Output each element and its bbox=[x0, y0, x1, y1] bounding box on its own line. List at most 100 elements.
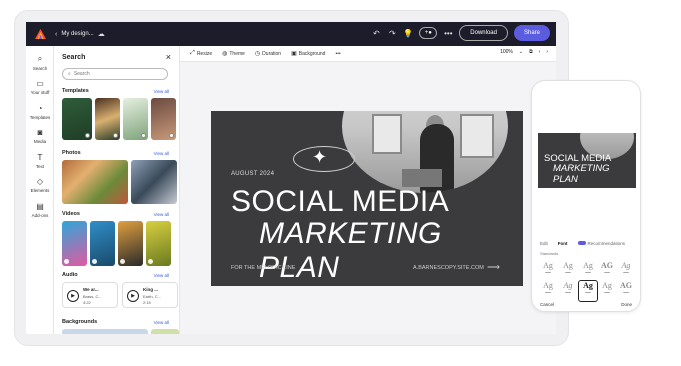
rail-label: Media bbox=[33, 139, 47, 144]
zoom-level[interactable]: 100% bbox=[500, 49, 513, 55]
rail-label: Search bbox=[32, 66, 48, 71]
font-option[interactable]: Ag ▬▬ bbox=[538, 281, 558, 303]
background-button[interactable]: ▣ Background bbox=[291, 50, 325, 58]
share-button[interactable]: Share bbox=[513, 25, 550, 41]
rail-label: Your stuff bbox=[30, 90, 50, 95]
tab-font[interactable]: Font bbox=[558, 241, 568, 246]
templates-grid bbox=[62, 98, 176, 140]
design-canvas[interactable]: ✦ AUGUST 2024 SOCIAL MEDIA MARKETING PLA… bbox=[211, 111, 523, 286]
canvas-footer-right: A.BARNESCOPY.SITE.COM bbox=[413, 265, 484, 271]
font-option[interactable]: Ag ▬▬ bbox=[538, 261, 558, 283]
rail-label: Text bbox=[35, 164, 45, 169]
audio-item[interactable]: ▶ We ar... Brass, C... 4:22 bbox=[62, 282, 118, 308]
section-title-videos: Videos bbox=[62, 211, 80, 217]
undo-icon[interactable]: ↶ bbox=[371, 29, 381, 38]
font-option[interactable]: Ag ▬▬ bbox=[558, 261, 578, 283]
office-photo bbox=[342, 111, 508, 193]
video-thumbnail[interactable] bbox=[90, 221, 115, 266]
lightbulb-icon[interactable]: 💡 bbox=[403, 29, 413, 38]
done-button[interactable]: Done bbox=[621, 302, 632, 307]
more-options-icon[interactable]: ••• bbox=[443, 29, 453, 38]
document-name[interactable]: My design... bbox=[61, 31, 93, 37]
tab-recommendations[interactable]: Recommendations bbox=[577, 241, 625, 246]
background-icon: ▣ bbox=[291, 51, 297, 57]
invite-collaborator-button[interactable]: +● bbox=[419, 27, 438, 39]
view-all-photos-link[interactable]: View all bbox=[154, 151, 169, 156]
view-all-backgrounds-link[interactable]: View all bbox=[154, 320, 169, 325]
chevron-down-icon[interactable]: ⌄ bbox=[519, 49, 523, 55]
rail-item-search[interactable]: ⌕ Search bbox=[26, 54, 54, 71]
tab-edit[interactable]: Edit bbox=[540, 241, 548, 246]
window-shape bbox=[460, 114, 494, 158]
pages-icon[interactable]: ⧉ bbox=[529, 49, 533, 55]
background-thumbnail[interactable] bbox=[151, 329, 179, 334]
font-sample: Ag bbox=[583, 261, 593, 270]
font-option[interactable]: Ag ▬▬ bbox=[597, 281, 617, 303]
font-sample: Ag bbox=[621, 261, 631, 270]
video-thumbnail[interactable] bbox=[118, 221, 143, 266]
close-icon[interactable]: × bbox=[166, 52, 171, 62]
text-icon: T bbox=[37, 153, 43, 162]
search-input[interactable]: ⌕ Search bbox=[62, 68, 168, 80]
audio-artist: Earth, C... bbox=[143, 294, 162, 299]
font-sample: Ag bbox=[583, 281, 593, 290]
chevron-right-icon[interactable]: › bbox=[546, 49, 548, 55]
duration-button[interactable]: ◷ Duration bbox=[255, 50, 281, 58]
template-thumbnail[interactable] bbox=[95, 98, 120, 140]
audio-duration: 4:22 bbox=[83, 300, 91, 305]
more-tools-button[interactable]: ••• bbox=[335, 51, 340, 57]
download-button[interactable]: Download bbox=[459, 25, 508, 41]
font-option-selected[interactable]: Ag ▬▬ bbox=[578, 280, 598, 302]
template-thumbnail[interactable] bbox=[62, 98, 92, 140]
app-logo-icon[interactable] bbox=[33, 27, 47, 41]
chevron-left-icon[interactable]: ‹ bbox=[539, 49, 541, 55]
audio-item[interactable]: ▶ King ... Earth, C... 2:15 bbox=[122, 282, 178, 308]
view-all-templates-link[interactable]: View all bbox=[154, 89, 169, 94]
addons-icon: ▤ bbox=[36, 202, 44, 211]
left-rail: ⌕ Search ▭ Your stuff ◔ Templates ◙ Medi… bbox=[26, 46, 54, 334]
video-thumbnail[interactable] bbox=[146, 221, 171, 266]
video-thumbnail[interactable] bbox=[62, 221, 87, 266]
resize-icon: ⤢ bbox=[190, 50, 195, 56]
rail-item-text[interactable]: T Text bbox=[26, 153, 54, 169]
rail-item-media[interactable]: ◙ Media bbox=[26, 128, 54, 144]
font-option[interactable]: AG ▬▬ bbox=[616, 281, 636, 303]
audio-artist: Brass, C... bbox=[83, 294, 102, 299]
back-chevron-icon[interactable]: ‹ bbox=[55, 31, 57, 38]
cancel-button[interactable]: Cancel bbox=[540, 302, 554, 307]
template-thumbnail[interactable] bbox=[151, 98, 176, 140]
font-option[interactable]: AG ▬▬ bbox=[597, 261, 617, 283]
theme-label: Theme bbox=[229, 50, 245, 57]
resize-button[interactable]: ⤢ Resize bbox=[190, 50, 212, 57]
font-option[interactable]: Ag ▬▬ bbox=[558, 281, 578, 303]
rail-label: Add-ons bbox=[31, 213, 49, 218]
redo-icon[interactable]: ↷ bbox=[387, 29, 397, 38]
rail-item-templates[interactable]: ◔ Templates bbox=[26, 104, 54, 120]
photos-grid bbox=[62, 160, 177, 204]
rail-item-your-stuff[interactable]: ▭ Your stuff bbox=[26, 79, 54, 95]
audio-title: We ar... bbox=[83, 287, 99, 292]
theme-button[interactable]: ◍ Theme bbox=[222, 50, 245, 58]
play-icon[interactable]: ▶ bbox=[127, 290, 139, 302]
arrow-right-icon: ⟶ bbox=[487, 262, 500, 272]
photo-thumbnail[interactable] bbox=[131, 160, 177, 204]
rail-item-addons[interactable]: ▤ Add-ons bbox=[26, 202, 54, 218]
background-thumbnail[interactable] bbox=[62, 329, 148, 334]
template-thumbnail[interactable] bbox=[123, 98, 148, 140]
phone-canvas[interactable]: SOCIAL MEDIA MARKETING PLAN bbox=[538, 133, 636, 188]
rail-item-elements[interactable]: ◇ Elements bbox=[26, 177, 54, 193]
audio-duration: 2:15 bbox=[143, 300, 151, 305]
rail-label: Templates bbox=[29, 115, 51, 120]
play-icon[interactable]: ▶ bbox=[67, 290, 79, 302]
palette-icon: ◍ bbox=[222, 51, 228, 57]
toggle-switch[interactable] bbox=[577, 241, 586, 245]
search-icon: ⌕ bbox=[37, 54, 43, 63]
view-all-audio-link[interactable]: View all bbox=[154, 273, 169, 278]
view-all-videos-link[interactable]: View all bbox=[154, 212, 169, 217]
videos-grid bbox=[62, 221, 171, 266]
photo-thumbnail[interactable] bbox=[62, 160, 128, 204]
media-icon: ◙ bbox=[37, 128, 43, 137]
font-option[interactable]: Ag ▬▬ bbox=[616, 261, 636, 283]
elements-icon: ◇ bbox=[36, 177, 44, 186]
font-group-label: Standards bbox=[540, 251, 559, 256]
